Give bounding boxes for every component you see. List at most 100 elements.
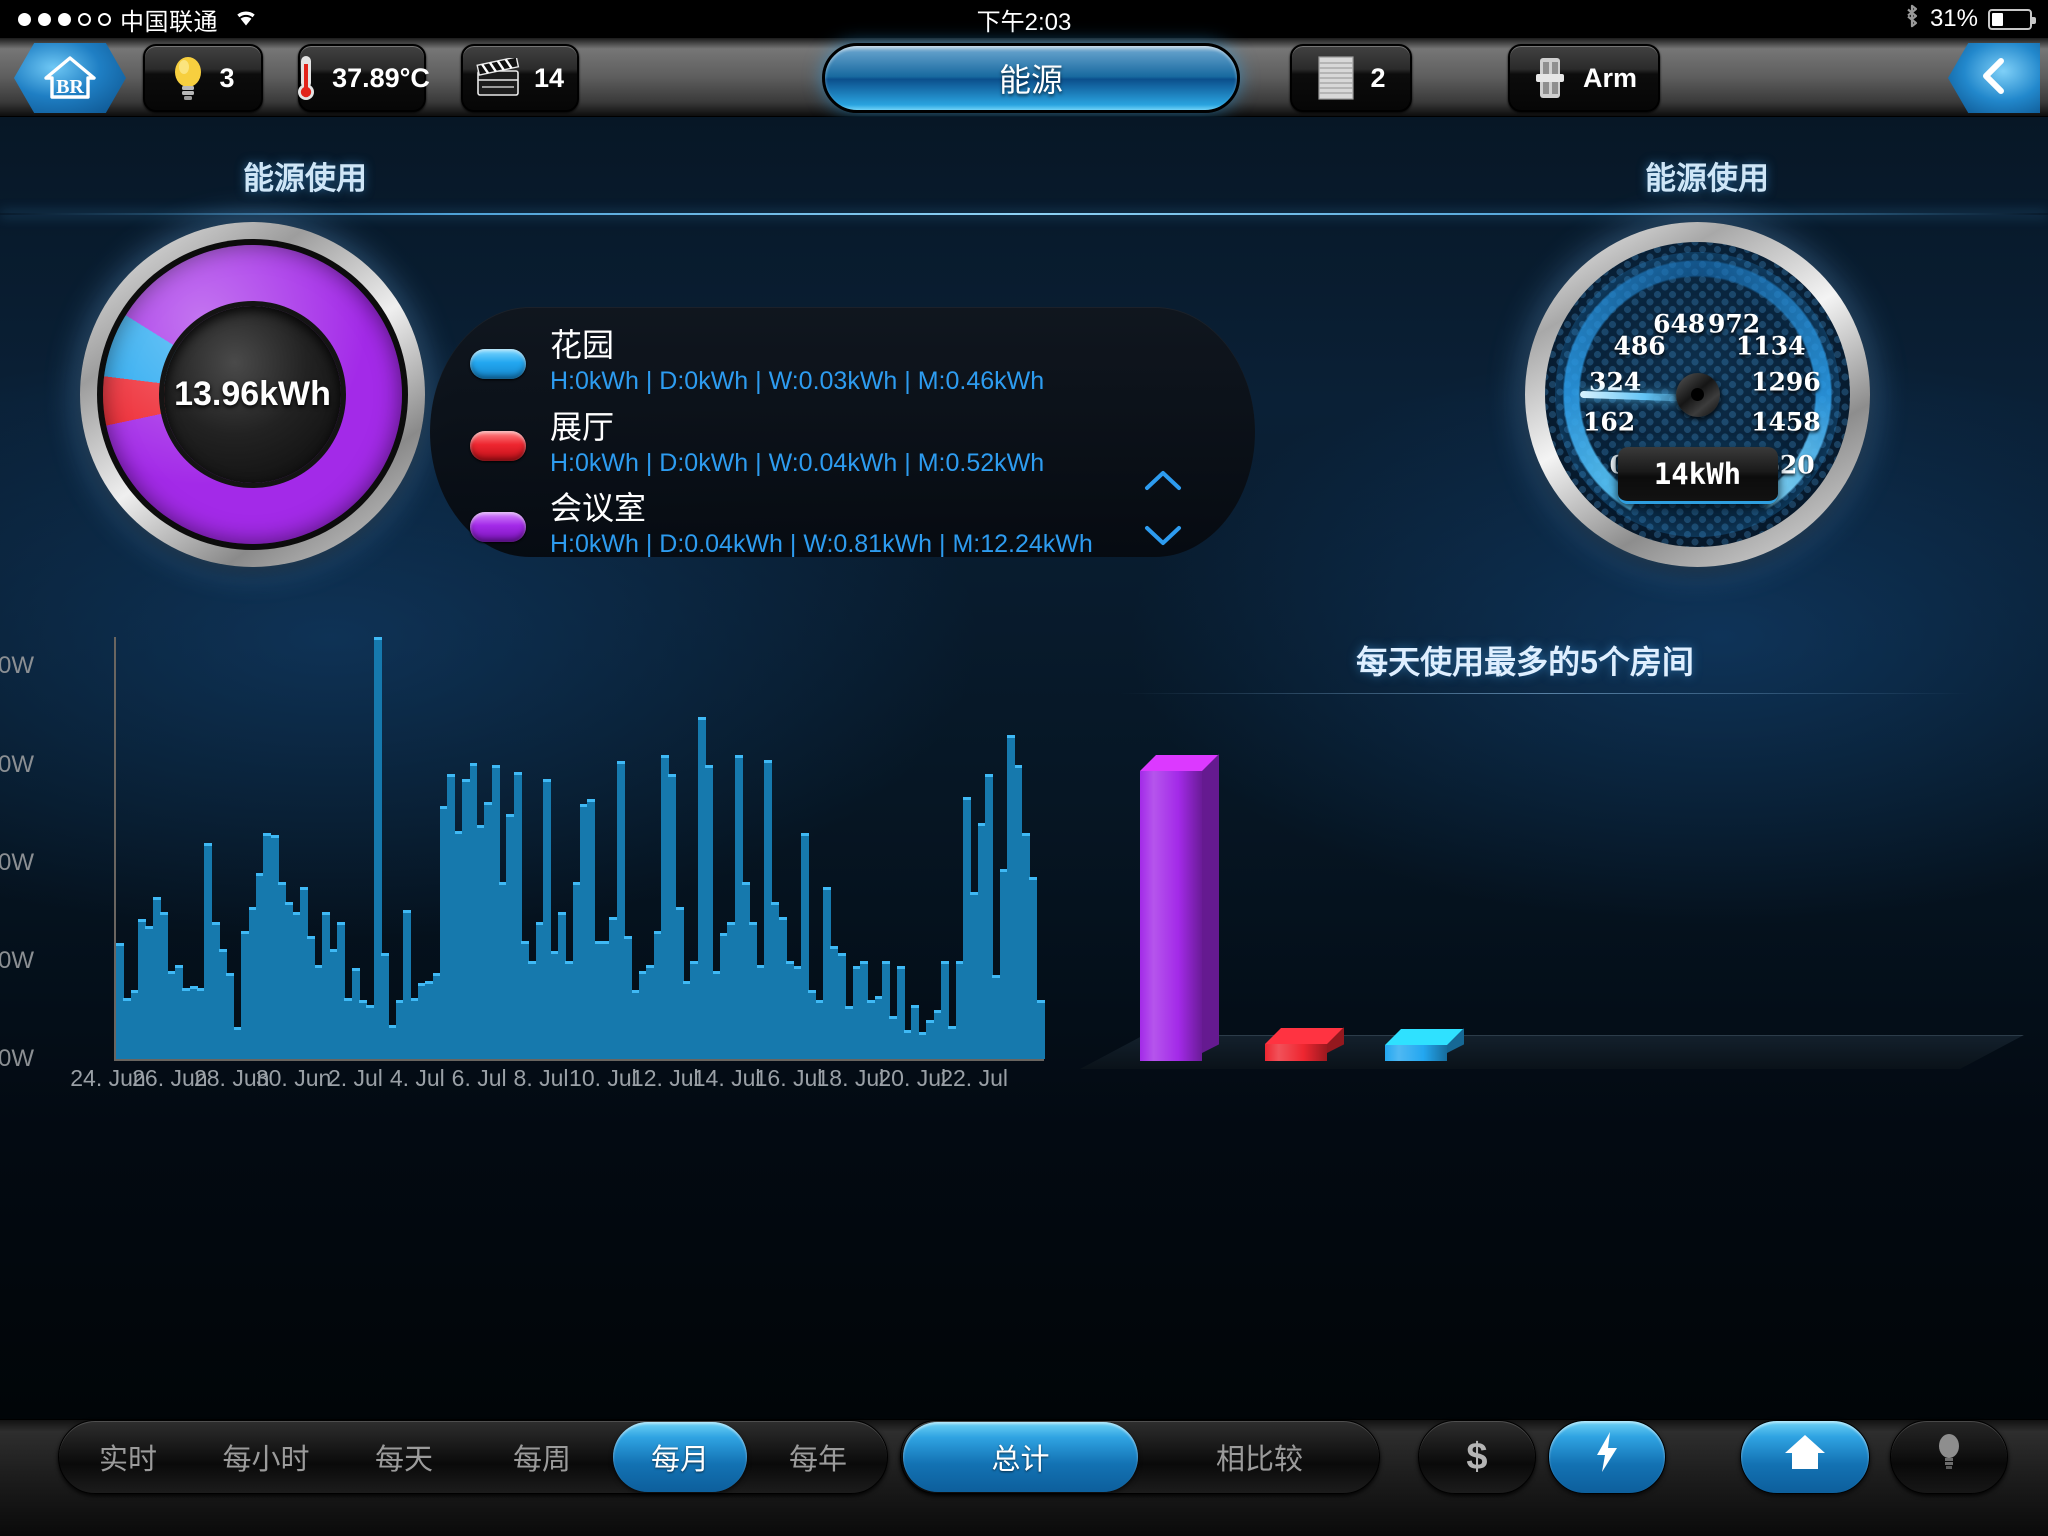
lightbulb-icon — [171, 55, 205, 101]
gauge-hub — [1675, 372, 1720, 417]
chart-y-tick: 300W — [0, 750, 34, 778]
chart-x-tick: 22. Jul — [940, 1065, 1008, 1091]
legend-color-swatch — [470, 430, 526, 461]
legend-scroll-up-button[interactable] — [1143, 467, 1183, 493]
chart-x-tick: 30. Jun — [255, 1065, 332, 1091]
legend-scroll-down-button[interactable] — [1143, 522, 1183, 548]
legend-color-swatch — [470, 349, 526, 379]
cost-view-button[interactable]: $ — [1418, 1420, 1536, 1494]
battery-percent-label: 31% — [1929, 5, 1978, 32]
legend-room-name: 展厅 — [550, 408, 615, 445]
period-tab-5[interactable]: 每年 — [751, 1422, 885, 1492]
energy-gauge[interactable]: 0 162 324 486 648 972 1134 1296 1458 162… — [1525, 222, 1870, 567]
gauge-tick-648: 648 — [1653, 309, 1706, 339]
status-bar: 中国联通 下午2:03 31% — [0, 0, 2048, 38]
lights-status-button[interactable]: 3 — [143, 44, 263, 112]
divider — [1120, 693, 1970, 694]
chart-x-tick: 16. Jul — [754, 1065, 823, 1091]
donut-center: 13.96kWh — [164, 306, 341, 483]
bulb-icon — [1936, 1432, 1962, 1482]
security-state-label: Arm — [1583, 62, 1638, 93]
list-item[interactable]: 会议室 H:0kWh | D:0.04kWh | W:0.81kWh | M:1… — [470, 488, 1130, 561]
chart-y-tick: 0W — [0, 1045, 34, 1072]
tab-energy[interactable]: 能源 — [822, 43, 1240, 113]
status-bar-right: 31% — [1904, 0, 2036, 38]
chart-x-axis — [114, 1059, 1044, 1061]
temperature-status-button[interactable]: 37.89°C — [298, 44, 430, 112]
scenes-count: 14 — [533, 62, 565, 93]
chart-x-tick: 6. Jul — [451, 1065, 507, 1091]
tab-energy-label: 能源 — [998, 62, 1063, 98]
svg-text:BR: BR — [56, 76, 84, 98]
list-item[interactable]: 花园 H:0kWh | D:0kWh | W:0.03kWh | M:0.46k… — [470, 325, 1130, 398]
top-toolbar: BR 3 37.89°C 14 能源 2 Arm — [0, 38, 2048, 117]
chart-bar — [1036, 1000, 1045, 1059]
left-panel-title: 能源使用 — [243, 161, 367, 196]
top-rooms-title: 每天使用最多的5个房间 — [1356, 644, 1694, 680]
period-tab-4[interactable]: 每月 — [613, 1422, 747, 1492]
blinds-count: 2 — [1370, 62, 1386, 93]
right-panel-title: 能源使用 — [1645, 161, 1769, 196]
legend-room-values: H:0kWh | D:0kWh | W:0.04kWh | M:0.52kWh — [550, 448, 1045, 477]
security-status-button[interactable]: Arm — [1508, 44, 1660, 112]
home-icon — [1783, 1432, 1827, 1482]
gauge-tick-1296: 1296 — [1751, 367, 1821, 397]
chart-x-tick: 14. Jul — [692, 1065, 761, 1091]
legend-room-values: H:0kWh | D:0.04kWh | W:0.81kWh | M:12.24… — [550, 530, 1093, 558]
thermometer-icon — [294, 54, 318, 102]
blinds-icon — [1316, 55, 1356, 101]
period-tab-group[interactable]: 实时 每小时 每天 每周 每月 每年 — [58, 1420, 888, 1494]
scenes-status-button[interactable]: 14 — [461, 44, 579, 112]
blinds-status-button[interactable]: 2 — [1290, 44, 1412, 112]
chart-y-tick: 400W — [0, 652, 34, 680]
chart-x-tick: 20. Jul — [878, 1065, 947, 1091]
chart-x-tick: 12. Jul — [630, 1065, 699, 1091]
home-nav-button[interactable] — [1740, 1420, 1870, 1494]
bar-side — [1202, 754, 1219, 1053]
bar-front — [1140, 771, 1202, 1061]
energy-view-button[interactable] — [1548, 1420, 1666, 1494]
energy-legend-panel: 花园 H:0kWh | D:0kWh | W:0.03kWh | M:0.46k… — [430, 307, 1255, 558]
mode-tab-1[interactable]: 相比较 — [1142, 1422, 1377, 1492]
bluetooth-icon — [1904, 3, 1920, 36]
legend-color-swatch — [470, 512, 526, 542]
chart-x-tick: 4. Jul — [389, 1065, 445, 1091]
top-room-bar[interactable] — [1385, 1028, 1464, 1061]
home-logo[interactable]: BR — [14, 43, 126, 113]
period-tab-2[interactable]: 每天 — [337, 1422, 471, 1492]
lights-count: 3 — [219, 62, 235, 93]
mode-tab-group[interactable]: 总计 相比较 — [900, 1420, 1380, 1494]
house-icon: BR — [44, 56, 96, 99]
mode-tab-0[interactable]: 总计 — [903, 1422, 1138, 1492]
donut-total-value: 13.96kWh — [174, 375, 331, 413]
dollar-icon: $ — [1466, 1435, 1488, 1478]
top-room-bar[interactable] — [1140, 754, 1219, 1061]
back-button[interactable] — [1948, 43, 2040, 113]
list-item[interactable]: 展厅 H:0kWh | D:0kWh | W:0.04kWh | M:0.52k… — [470, 407, 1130, 480]
bottom-bar: 实时 每小时 每天 每周 每月 每年 总计 相比较 $ — [0, 1419, 2048, 1536]
top-room-bar[interactable] — [1265, 1026, 1344, 1061]
clapperboard-icon — [476, 58, 520, 98]
gauge-tick-1134: 1134 — [1735, 331, 1806, 361]
gauge-tick-162: 162 — [1582, 407, 1636, 437]
legend-room-name: 花园 — [550, 327, 615, 363]
period-tab-3[interactable]: 每周 — [475, 1422, 609, 1492]
top-rooms-chart[interactable]: 每天使用最多的5个房间 — [1080, 637, 2024, 1097]
chart-x-tick: 2. Jul — [327, 1065, 383, 1091]
chart-x-tick: 10. Jul — [569, 1065, 637, 1091]
bolt-icon — [1592, 1430, 1622, 1484]
period-tab-0[interactable]: 实时 — [61, 1422, 195, 1492]
lights-nav-button[interactable] — [1890, 1420, 2008, 1494]
chart-x-tick-labels: 24. Jun 26. Jun 28. Jun 30. Jun 2. Jul 4. Jul… — [70, 1063, 1044, 1097]
legend-room-values: H:0kWh | D:0kWh | W:0.03kWh | M:0.46kWh — [550, 367, 1045, 395]
energy-donut-chart[interactable]: 13.96kWh — [80, 222, 425, 567]
temperature-value: 37.89°C — [332, 62, 430, 93]
energy-history-chart[interactable]: 0W 100W 200W 300W 400W 24. Jun26. Jun28. Jun… — [0, 637, 1045, 1097]
chart-y-tick: 200W — [0, 848, 34, 876]
bar-front — [1265, 1043, 1327, 1061]
legend-room-name: 会议室 — [550, 490, 647, 526]
chart-plot-area — [116, 637, 1045, 1059]
chart-y-tick: 100W — [0, 946, 34, 974]
clock-label: 下午2:03 — [976, 8, 1072, 36]
period-tab-1[interactable]: 每小时 — [199, 1422, 333, 1492]
